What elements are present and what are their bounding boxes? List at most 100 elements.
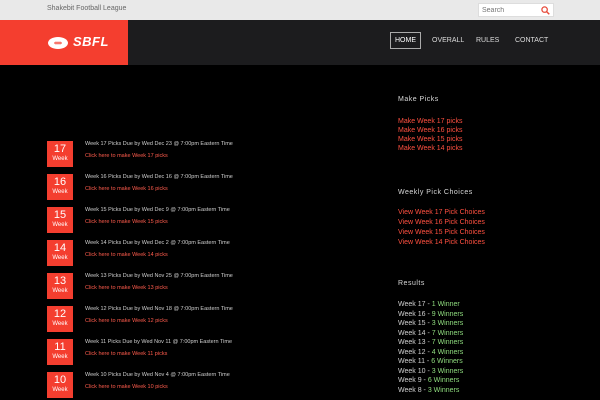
week-label: Week — [52, 255, 68, 261]
week-badge: 12 Week — [47, 306, 73, 332]
view-choices-link[interactable]: View Week 17 Pick Choices — [398, 209, 485, 216]
site-name: Shakebit Football League — [47, 5, 127, 12]
make-picks-link[interactable]: Click here to make Week 11 picks — [85, 351, 167, 357]
view-choices-link[interactable]: View Week 15 Pick Choices — [398, 229, 485, 236]
result-week: Week 10 — [398, 368, 426, 375]
result-winners: 3 Winners — [431, 368, 464, 375]
result-week: Week 14 — [398, 330, 426, 337]
week-badge: 17 Week — [47, 141, 73, 167]
weekly-choices-heading: Weekly Pick Choices — [398, 189, 473, 196]
week-label: Week — [52, 222, 68, 228]
result-week: Week 8 — [398, 387, 422, 394]
week-row: 16 Week Week 16 Picks Due by Wed Dec 16 … — [47, 174, 347, 200]
result-item[interactable]: Week 10 - 3 Winners — [398, 368, 463, 375]
search-input[interactable] — [482, 5, 538, 15]
result-item[interactable]: Week 15 - 3 Winners — [398, 320, 463, 327]
week-title: Week 16 Picks Due by Wed Dec 16 @ 7:00pm… — [85, 174, 233, 180]
week-badge: 14 Week — [47, 240, 73, 266]
week-row: 15 Week Week 15 Picks Due by Wed Dec 9 @… — [47, 207, 347, 233]
result-item[interactable]: Week 12 - 4 Winners — [398, 349, 463, 356]
make-picks-link[interactable]: Click here to make Week 13 picks — [85, 285, 168, 291]
logo[interactable]: SBFL — [0, 20, 128, 65]
football-icon — [48, 37, 68, 49]
week-row: 11 Week Week 11 Picks Due by Wed Nov 11 … — [47, 339, 347, 365]
result-winners: 7 Winners — [431, 339, 464, 346]
result-item[interactable]: Week 14 - 7 Winners — [398, 330, 463, 337]
week-badge: 13 Week — [47, 273, 73, 299]
make-picks-heading: Make Picks — [398, 96, 439, 103]
result-item[interactable]: Week 16 - 9 Winners — [398, 311, 463, 318]
result-week: Week 12 — [398, 349, 426, 356]
logo-text: SBFL — [73, 34, 109, 49]
make-picks-link[interactable]: Click here to make Week 14 picks — [85, 252, 168, 258]
result-item[interactable]: Week 11 - 6 Winners — [398, 358, 463, 365]
make-picks-link[interactable]: Make Week 17 picks — [398, 118, 462, 125]
week-number: 10 — [53, 374, 67, 386]
result-item[interactable]: Week 13 - 7 Winners — [398, 339, 463, 346]
week-title: Week 14 Picks Due by Wed Dec 2 @ 7:00pm … — [85, 240, 230, 246]
result-winners: 7 Winners — [431, 330, 464, 337]
week-badge: 16 Week — [47, 174, 73, 200]
week-number: 16 — [53, 176, 67, 188]
result-week: Week 11 — [398, 358, 425, 365]
result-week: Week 16 — [398, 311, 426, 318]
search-box[interactable] — [478, 3, 554, 17]
result-week: Week 17 — [398, 301, 426, 308]
week-row: 10 Week Week 10 Picks Due by Wed Nov 4 @… — [47, 372, 347, 398]
results-heading: Results — [398, 280, 425, 287]
week-number: 11 — [54, 341, 66, 353]
week-label: Week — [52, 387, 68, 393]
view-choices-link[interactable]: View Week 16 Pick Choices — [398, 219, 485, 226]
make-picks-link[interactable]: Click here to make Week 15 picks — [85, 219, 168, 225]
make-picks-link[interactable]: Click here to make Week 10 picks — [85, 384, 168, 390]
make-picks-link[interactable]: Click here to make Week 16 picks — [85, 186, 168, 192]
result-week: Week 13 — [398, 339, 426, 346]
week-title: Week 17 Picks Due by Wed Dec 23 @ 7:00pm… — [85, 141, 233, 147]
make-picks-link[interactable]: Make Week 14 picks — [398, 145, 462, 152]
week-title: Week 12 Picks Due by Wed Nov 18 @ 7:00pm… — [85, 306, 233, 312]
result-winners: 1 Winner — [431, 301, 460, 308]
week-number: 14 — [53, 242, 67, 254]
week-title: Week 15 Picks Due by Wed Dec 9 @ 7:00pm … — [85, 207, 230, 213]
view-choices-link[interactable]: View Week 14 Pick Choices — [398, 239, 485, 246]
week-number: 17 — [53, 143, 67, 155]
week-row: 13 Week Week 13 Picks Due by Wed Nov 25 … — [47, 273, 347, 299]
week-badge: 15 Week — [47, 207, 73, 233]
make-picks-link[interactable]: Make Week 15 picks — [398, 136, 462, 143]
week-label: Week — [52, 189, 68, 195]
result-winners: 3 Winners — [427, 387, 460, 394]
search-icon[interactable] — [541, 6, 550, 15]
result-week: Week 9 — [398, 377, 422, 384]
result-winners: 6 Winners — [427, 377, 460, 384]
week-badge: 10 Week — [47, 372, 73, 398]
make-picks-link[interactable]: Click here to make Week 12 picks — [85, 318, 168, 324]
nav-home[interactable]: HOME — [390, 32, 421, 49]
result-winners: 3 Winners — [431, 320, 464, 327]
week-label: Week — [52, 156, 68, 162]
week-row: 17 Week Week 17 Picks Due by Wed Dec 23 … — [47, 141, 347, 167]
result-winners: 4 Winners — [431, 349, 464, 356]
make-picks-link[interactable]: Make Week 16 picks — [398, 127, 462, 134]
result-item[interactable]: Week 17 - 1 Winner — [398, 301, 460, 308]
week-number: 15 — [53, 209, 67, 221]
week-title: Week 13 Picks Due by Wed Nov 25 @ 7:00pm… — [85, 273, 233, 279]
week-label: Week — [52, 288, 68, 294]
result-week: Week 15 — [398, 320, 426, 327]
nav-overall[interactable]: OVERALL — [432, 32, 464, 49]
result-item[interactable]: Week 8 - 3 Winners — [398, 387, 459, 394]
week-title: Week 10 Picks Due by Wed Nov 4 @ 7:00pm … — [85, 372, 230, 378]
week-row: 12 Week Week 12 Picks Due by Wed Nov 18 … — [47, 306, 347, 332]
nav-contact[interactable]: CONTACT — [515, 32, 548, 49]
top-bar: Shakebit Football League — [0, 0, 600, 20]
result-item[interactable]: Week 9 - 6 Winners — [398, 377, 459, 384]
week-label: Week — [52, 354, 68, 360]
result-winners: 6 Winners — [431, 358, 463, 365]
week-number: 12 — [53, 308, 67, 320]
week-number: 13 — [53, 275, 67, 287]
week-badge: 11 Week — [47, 339, 73, 365]
make-picks-link[interactable]: Click here to make Week 17 picks — [85, 153, 168, 159]
nav-rules[interactable]: RULES — [476, 32, 499, 49]
site-header: SBFL HOME OVERALL RULES CONTACT — [0, 20, 600, 65]
result-winners: 9 Winners — [431, 311, 464, 318]
week-label: Week — [52, 321, 68, 327]
